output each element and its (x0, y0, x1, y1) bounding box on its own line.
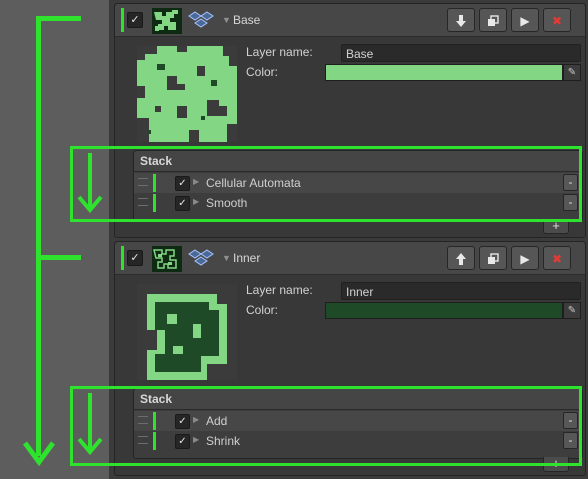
layer-foldout-icon[interactable]: ▼ (222, 253, 231, 263)
layer-visible-checkbox[interactable]: ✓ (127, 250, 143, 266)
layer-name-field[interactable]: Inner (341, 282, 581, 300)
annotation-arrowhead-icon (77, 195, 103, 213)
color-label: Color: (246, 65, 279, 79)
color-swatch[interactable] (325, 64, 563, 81)
duplicate-icon (488, 253, 499, 264)
annotation-arrowhead-icon (77, 437, 103, 455)
tiles-icon (188, 249, 214, 266)
layer-visible-checkbox[interactable]: ✓ (127, 12, 143, 28)
eyedropper-icon[interactable]: ✎ (563, 64, 581, 81)
arrow-up-icon (456, 253, 466, 265)
layer-foldout-icon[interactable]: ▼ (222, 15, 231, 25)
move-up-button[interactable] (447, 246, 475, 270)
run-button[interactable]: ▶ (511, 8, 539, 32)
layer-header: ✓ ▼ Inner ▶ ✖ (115, 242, 585, 275)
delete-layer-button[interactable]: ✖ (543, 8, 571, 32)
layer-title: Inner (233, 251, 261, 265)
run-button[interactable]: ▶ (511, 246, 539, 270)
delete-layer-button[interactable]: ✖ (543, 246, 571, 270)
color-swatch[interactable] (325, 302, 563, 319)
layer-header: ✓ ▼ Base ▶ ✖ (115, 4, 585, 37)
layer-name-label: Layer name: (246, 45, 313, 59)
duplicate-button[interactable] (479, 246, 507, 270)
annotation-flow-line (36, 16, 41, 456)
layer-preview-image (137, 46, 237, 142)
tiles-icon (188, 11, 214, 28)
color-label: Color: (246, 303, 279, 317)
annotation-highlight-stack-inner (70, 386, 582, 466)
layer-preview-image (137, 284, 237, 380)
annotation-arrowhead-icon (22, 441, 56, 466)
layer-name-field[interactable]: Base (341, 44, 581, 62)
layer-name-label: Layer name: (246, 283, 313, 297)
layer-thumbnail-icon (152, 246, 182, 272)
eyedropper-icon[interactable]: ✎ (563, 302, 581, 319)
arrow-down-icon (456, 15, 466, 27)
annotation-highlight-stack-base (70, 146, 582, 222)
move-down-button[interactable] (447, 8, 475, 32)
annotation-bracket-top (36, 16, 81, 21)
layer-thumbnail-icon (152, 8, 182, 34)
annotation-bracket-mid (36, 255, 81, 260)
layer-active-bar (121, 8, 124, 32)
duplicate-button[interactable] (479, 8, 507, 32)
layer-title: Base (233, 13, 261, 27)
duplicate-icon (488, 15, 499, 26)
layer-active-bar (121, 246, 124, 270)
